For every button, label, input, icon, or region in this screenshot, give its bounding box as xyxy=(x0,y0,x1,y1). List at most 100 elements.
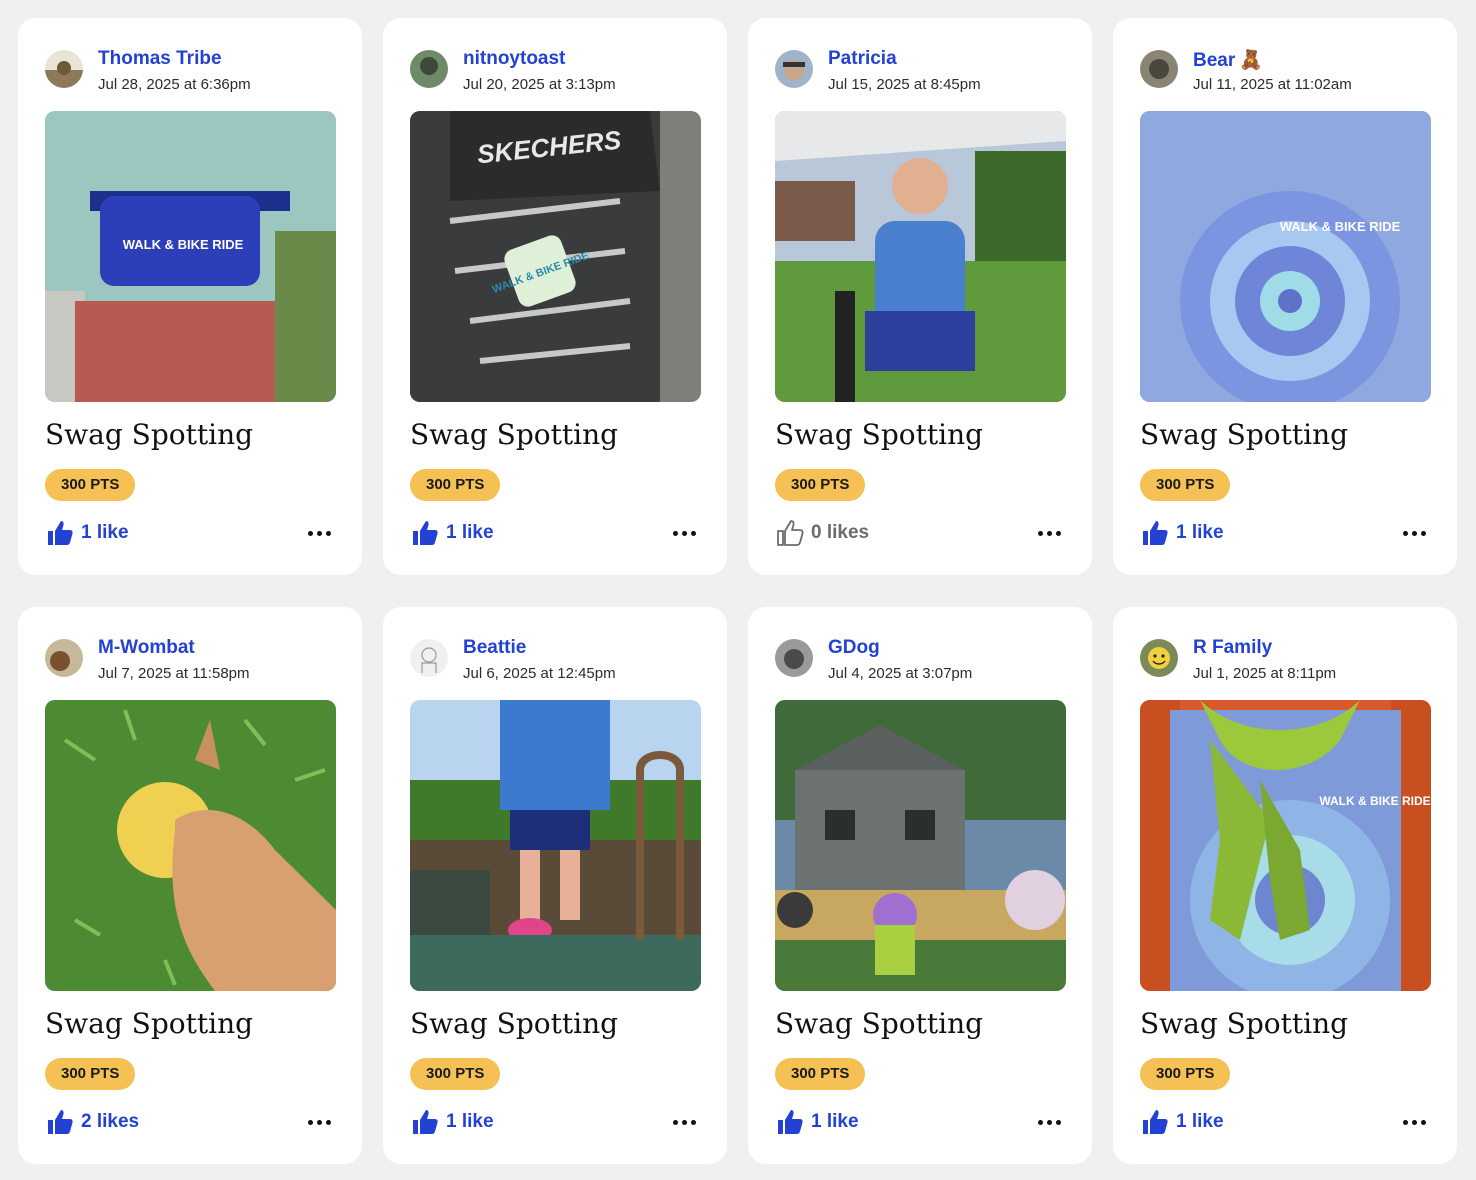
post-photo[interactable]: WALK & BIKE RIDE xyxy=(1140,111,1431,402)
more-horizontal-icon xyxy=(672,530,678,536)
like-button[interactable]: 1 like xyxy=(45,518,129,548)
avatar[interactable] xyxy=(775,639,813,677)
more-horizontal-icon xyxy=(1402,1119,1408,1125)
author-name-link[interactable]: Patricia xyxy=(828,48,897,70)
post-card[interactable]: Beattie Jul 6, 2025 at 12:45pm Swag Spot… xyxy=(383,607,727,1164)
points-badge: 300 PTS xyxy=(775,469,866,501)
more-options-button[interactable] xyxy=(1034,1107,1064,1137)
like-button[interactable]: 1 like xyxy=(410,1107,494,1137)
like-count: 1 like xyxy=(1176,522,1224,543)
swag-logo: WALK & BIKE RIDE xyxy=(123,237,244,252)
author-name-link[interactable]: M-Wombat xyxy=(98,637,195,659)
avatar[interactable] xyxy=(1140,639,1178,677)
more-options-button[interactable] xyxy=(669,518,699,548)
points-badge: 300 PTS xyxy=(410,1058,501,1090)
post-timestamp: Jul 11, 2025 at 11:02am xyxy=(1193,76,1352,93)
thumbs-up-filled-icon xyxy=(413,1110,438,1134)
post-title: Swag Spotting xyxy=(1140,1007,1349,1040)
post-photo[interactable]: WALK & BIKE RIDE xyxy=(1140,700,1431,991)
more-options-button[interactable] xyxy=(669,1107,699,1137)
swag-logo: WALK & BIKE RIDE xyxy=(1280,219,1401,234)
more-options-button[interactable] xyxy=(1399,518,1429,548)
post-card[interactable]: nitnoytoast Jul 20, 2025 at 3:13pm SKECH… xyxy=(383,18,727,575)
author-name-link[interactable]: R Family xyxy=(1193,637,1272,659)
post-title: Swag Spotting xyxy=(45,1007,254,1040)
thumbs-up-outline-icon xyxy=(777,520,804,546)
like-button[interactable]: 1 like xyxy=(775,1107,859,1137)
author-name-link[interactable]: Bear 🧸 xyxy=(1193,48,1263,72)
swag-logo: WALK & BIKE RIDE xyxy=(1319,794,1430,808)
avatar[interactable] xyxy=(410,639,448,677)
like-count: 1 like xyxy=(81,522,129,543)
post-photo[interactable]: WALK & BIKE RIDE xyxy=(45,111,336,402)
points-badge: 300 PTS xyxy=(410,469,501,501)
thumbs-up-filled-icon xyxy=(48,1110,73,1134)
post-title: Swag Spotting xyxy=(410,1007,619,1040)
avatar[interactable] xyxy=(45,639,83,677)
avatar[interactable] xyxy=(410,50,448,88)
more-horizontal-icon xyxy=(1037,530,1043,536)
post-title: Swag Spotting xyxy=(775,1007,984,1040)
post-card[interactable]: Bear 🧸 Jul 11, 2025 at 11:02am WALK & BIK… xyxy=(1113,18,1457,575)
more-options-button[interactable] xyxy=(1399,1107,1429,1137)
avatar[interactable] xyxy=(775,50,813,88)
author-name-link[interactable]: GDog xyxy=(828,637,880,659)
like-count: 1 like xyxy=(446,522,494,543)
like-count: 2 likes xyxy=(81,1111,140,1132)
more-horizontal-icon xyxy=(1402,530,1408,536)
points-badge: 300 PTS xyxy=(1140,469,1231,501)
like-count: 1 like xyxy=(811,1111,859,1132)
post-timestamp: Jul 20, 2025 at 3:13pm xyxy=(463,76,616,93)
post-card[interactable]: R Family Jul 1, 2025 at 8:11pm WALK & BI… xyxy=(1113,607,1457,1164)
posts-grid: Thomas Tribe Jul 28, 2025 at 6:36pm WALK… xyxy=(18,18,1457,1164)
more-options-button[interactable] xyxy=(1034,518,1064,548)
more-options-button[interactable] xyxy=(304,1107,334,1137)
more-options-button[interactable] xyxy=(304,518,334,548)
post-photo[interactable] xyxy=(45,700,336,991)
post-title: Swag Spotting xyxy=(775,418,984,451)
avatar[interactable] xyxy=(45,50,83,88)
author-name-link[interactable]: Beattie xyxy=(463,637,526,659)
post-title: Swag Spotting xyxy=(410,418,619,451)
post-card[interactable]: Thomas Tribe Jul 28, 2025 at 6:36pm WALK… xyxy=(18,18,362,575)
like-count: 0 likes xyxy=(811,522,870,543)
post-card[interactable]: GDog Jul 4, 2025 at 3:07pm Swag Spotting… xyxy=(748,607,1092,1164)
post-title: Swag Spotting xyxy=(1140,418,1349,451)
post-timestamp: Jul 28, 2025 at 6:36pm xyxy=(98,76,251,93)
like-button[interactable]: 0 likes xyxy=(775,518,869,548)
post-card[interactable]: Patricia Jul 15, 2025 at 8:45pm Swag Spo… xyxy=(748,18,1092,575)
avatar[interactable] xyxy=(1140,50,1178,88)
more-horizontal-icon xyxy=(307,530,313,536)
post-timestamp: Jul 1, 2025 at 8:11pm xyxy=(1193,665,1337,682)
more-horizontal-icon xyxy=(672,1119,678,1125)
post-timestamp: Jul 15, 2025 at 8:45pm xyxy=(828,76,981,93)
teddy-bear-icon: 🧸 xyxy=(1239,50,1263,71)
points-badge: 300 PTS xyxy=(1140,1058,1231,1090)
points-badge: 300 PTS xyxy=(45,1058,136,1090)
author-name-link[interactable]: nitnoytoast xyxy=(463,48,565,70)
post-photo[interactable] xyxy=(775,111,1066,402)
points-badge: 300 PTS xyxy=(775,1058,866,1090)
like-button[interactable]: 1 like xyxy=(1140,518,1224,548)
more-horizontal-icon xyxy=(1037,1119,1043,1125)
post-card[interactable]: M-Wombat Jul 7, 2025 at 11:58pm Swag Spo… xyxy=(18,607,362,1164)
like-button[interactable]: 1 like xyxy=(1140,1107,1224,1137)
post-photo[interactable] xyxy=(410,700,701,991)
like-button[interactable]: 1 like xyxy=(410,518,494,548)
post-title: Swag Spotting xyxy=(45,418,254,451)
like-count: 1 like xyxy=(446,1111,494,1132)
points-badge: 300 PTS xyxy=(45,469,136,501)
thumbs-up-filled-icon xyxy=(48,521,73,545)
thumbs-up-filled-icon xyxy=(1143,1110,1168,1134)
author-name-link[interactable]: Thomas Tribe xyxy=(98,48,222,70)
post-photo[interactable]: SKECHERS WALK & BIKE RIDE xyxy=(410,111,701,402)
thumbs-up-filled-icon xyxy=(1143,521,1168,545)
post-timestamp: Jul 4, 2025 at 3:07pm xyxy=(828,665,973,682)
like-button[interactable]: 2 likes xyxy=(45,1107,139,1137)
like-count: 1 like xyxy=(1176,1111,1224,1132)
more-horizontal-icon xyxy=(307,1119,313,1125)
thumbs-up-filled-icon xyxy=(413,521,438,545)
post-timestamp: Jul 7, 2025 at 11:58pm xyxy=(98,665,250,682)
post-photo[interactable] xyxy=(775,700,1066,991)
post-timestamp: Jul 6, 2025 at 12:45pm xyxy=(463,665,616,682)
